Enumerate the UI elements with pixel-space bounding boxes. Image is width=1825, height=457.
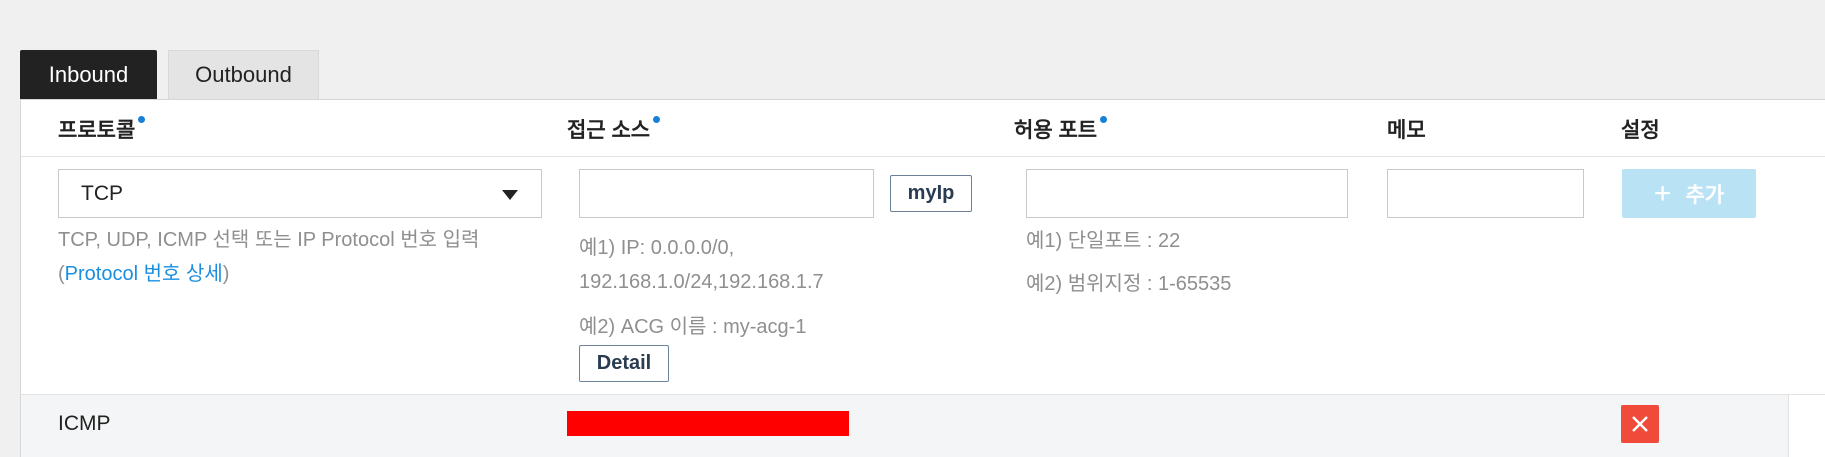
add-rule-button[interactable]: + 추가 <box>1622 169 1756 218</box>
myip-button[interactable]: myIp <box>890 175 972 212</box>
detail-button[interactable]: Detail <box>579 345 669 382</box>
header-source-label: 접근 소스 <box>567 119 651 142</box>
source-example-2: 예2) ACG 이름 : my-acg-1 <box>579 316 807 338</box>
source-example-1a: 예1) IP: 0.0.0.0/0, <box>579 237 735 259</box>
header-source: 접근 소스 <box>567 114 661 144</box>
delete-rule-button[interactable] <box>1621 405 1659 443</box>
header-protocol-label: 프로토콜 <box>58 119 136 142</box>
protocol-select[interactable]: TCP <box>58 169 542 218</box>
required-dot-icon <box>1100 116 1108 123</box>
protocol-select-value: TCP <box>81 182 123 205</box>
protocol-hint: TCP, UDP, ICMP 선택 또는 IP Protocol 번호 입력 <box>58 229 480 251</box>
port-example-2: 예2) 범위지정 : 1-65535 <box>1026 273 1232 295</box>
port-input[interactable] <box>1026 169 1348 218</box>
header-port-label: 허용 포트 <box>1014 119 1098 142</box>
port-example-1: 예1) 단일포트 : 22 <box>1026 230 1181 252</box>
source-input[interactable] <box>579 169 874 218</box>
header-settings: 설정 <box>1621 119 1660 142</box>
rule-source-redacted <box>567 411 849 436</box>
required-dot-icon <box>653 116 661 123</box>
paren-open: ( <box>58 263 65 285</box>
plus-icon: + <box>1653 176 1672 210</box>
source-example-1b: 192.168.1.0/24,192.168.1.7 <box>579 271 824 293</box>
header-protocol: 프로토콜 <box>58 114 146 144</box>
paren-close: ) <box>222 263 230 285</box>
header-port: 허용 포트 <box>1014 114 1108 144</box>
header-memo: 메모 <box>1387 119 1426 142</box>
header-divider <box>21 156 1825 157</box>
protocol-hint-link-line: (Protocol 번호 상세) <box>58 257 229 291</box>
add-rule-label: 추가 <box>1685 183 1725 207</box>
tab-inbound[interactable]: Inbound <box>20 50 157 99</box>
acg-rule-panel: 프로토콜 접근 소스 허용 포트 메모 설정 TCP TCP, UDP, ICM… <box>20 99 1825 457</box>
protocol-detail-link[interactable]: Protocol 번호 상세 <box>65 263 223 285</box>
memo-input[interactable] <box>1387 169 1584 218</box>
close-icon <box>1632 416 1648 432</box>
rule-tabs: Inbound Outbound <box>20 50 319 99</box>
table-row: ICMP <box>21 394 1788 457</box>
required-dot-icon <box>138 116 146 123</box>
scrollbar-track[interactable] <box>1788 394 1825 457</box>
rule-protocol: ICMP <box>58 412 111 435</box>
caret-down-icon <box>502 190 518 200</box>
tab-outbound[interactable]: Outbound <box>168 50 319 99</box>
